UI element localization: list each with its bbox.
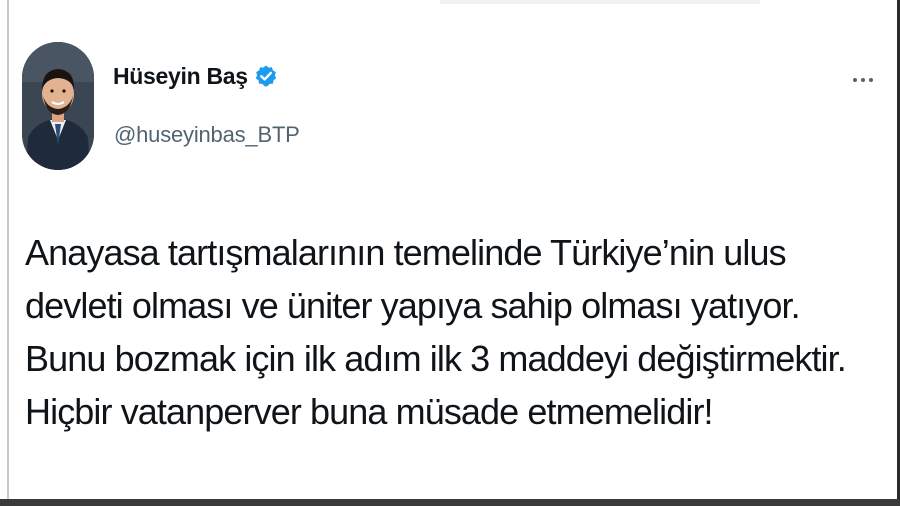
tweet-text-line: Bunu bozmak için ilk adım ilk 3 maddeyi …	[25, 338, 847, 379]
author-display-name[interactable]: Hüseyin Baş	[113, 63, 248, 90]
more-dots-icon	[861, 78, 865, 82]
avatar[interactable]	[22, 42, 94, 170]
profile-photo-icon	[22, 42, 94, 170]
tweet-text-line: devleti olması ve üniter yapıya sahip ol…	[25, 285, 801, 326]
tweet-card: Hüseyin Baş @huseyinbas_BTP Anayasa tart…	[0, 0, 897, 499]
more-options-button[interactable]	[845, 70, 881, 90]
tweet-text-line: Anayasa tartışmalarının temelinde Türkiy…	[25, 232, 787, 273]
more-dots-icon	[853, 78, 857, 82]
author-handle[interactable]: @huseyinbas_BTP	[114, 122, 300, 148]
verified-badge-icon	[254, 64, 278, 88]
bottom-border	[0, 499, 900, 506]
more-dots-icon	[869, 78, 873, 82]
tweet-text-line: Hiçbir vatanperver buna müsade etmemelid…	[25, 391, 714, 432]
tweet-text: Anayasa tartışmalarının temelinde Türkiy…	[25, 226, 885, 438]
author-name-row: Hüseyin Baş	[113, 60, 278, 92]
